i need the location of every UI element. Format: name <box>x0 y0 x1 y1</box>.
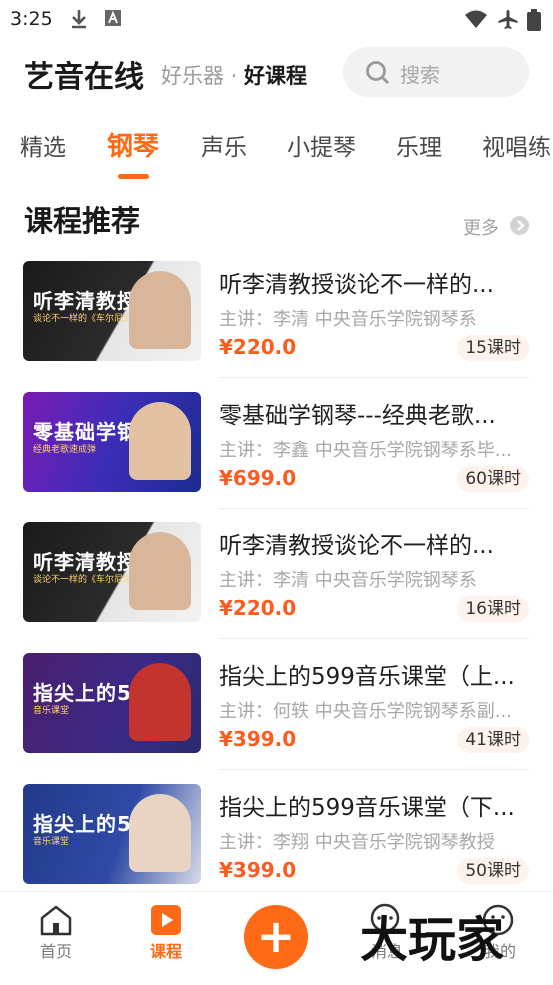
course-icon[interactable] <box>148 902 184 938</box>
watermark-logo: 大玩家 <box>360 912 505 968</box>
course-title[interactable]: 指尖上的599音乐课堂（上... <box>219 657 515 691</box>
course-teacher: 主讲：李鑫 中央音乐学院钢琴系毕... <box>219 440 512 461</box>
thumbnail-subtitle: 经典老歌速成弹 <box>33 445 97 455</box>
status-bar: 3:25 <box>0 0 553 38</box>
divider <box>219 769 529 770</box>
plus-icon: + <box>256 909 296 963</box>
search-placeholder: 搜索 <box>400 63 440 87</box>
chevron-right-icon[interactable] <box>510 216 529 235</box>
course-title[interactable]: 听李清教授谈论不一样的... <box>219 526 494 560</box>
course-price: ¥220.0 <box>219 596 297 620</box>
course-thumbnail[interactable]: 指尖上的599 音乐课堂 <box>23 653 201 753</box>
course-thumbnail[interactable]: 指尖上的599 音乐课堂 <box>23 784 201 884</box>
course-item[interactable]: 听李清教授 谈论不一样的《车尔尼599》（下） 听李清教授谈论不一样的... 主… <box>0 522 553 652</box>
teacher-photo <box>129 532 191 610</box>
course-thumbnail[interactable]: 听李清教授 谈论不一样的《车尔尼599》（下） <box>23 522 201 622</box>
course-teacher: 主讲：李清 中央音乐学院钢琴系 <box>219 570 477 591</box>
course-title[interactable]: 听李清教授谈论不一样的... <box>219 265 494 299</box>
teacher-photo <box>129 663 191 741</box>
course-thumbnail[interactable]: 零基础学钢琴 经典老歌速成弹 <box>23 392 201 492</box>
nav-course-label[interactable]: 课程 <box>150 938 182 962</box>
teacher-photo <box>129 402 191 480</box>
divider <box>219 508 529 509</box>
divider <box>219 377 529 378</box>
home-icon[interactable] <box>38 902 74 938</box>
slogan-part-1: 好乐器 <box>161 64 224 88</box>
course-title[interactable]: 指尖上的599音乐课堂（下... <box>219 788 515 822</box>
font-a-icon <box>105 10 121 26</box>
course-item[interactable]: 零基础学钢琴 经典老歌速成弹 零基础学钢琴---经典老歌... 主讲：李鑫 中央… <box>0 392 553 522</box>
tab-music-theory[interactable]: 乐理 <box>396 128 442 162</box>
divider <box>219 638 529 639</box>
thumbnail-title: 听李清教授 <box>33 550 138 574</box>
slogan-separator: · <box>224 64 245 88</box>
thumbnail-title: 听李清教授 <box>33 289 138 313</box>
course-price: ¥699.0 <box>219 466 297 490</box>
airplane-icon <box>498 10 518 29</box>
course-item[interactable]: 指尖上的599 音乐课堂 指尖上的599音乐课堂（上... 主讲：何轶 中央音乐… <box>0 653 553 783</box>
wifi-icon <box>465 10 487 28</box>
tab-featured[interactable]: 精选 <box>20 128 66 162</box>
tab-vocal[interactable]: 声乐 <box>201 128 247 162</box>
download-icon <box>72 10 86 29</box>
tab-active-indicator <box>118 174 149 179</box>
course-price: ¥399.0 <box>219 858 297 882</box>
thumbnail-subtitle: 音乐课堂 <box>33 837 70 847</box>
teacher-photo <box>129 794 191 872</box>
battery-icon <box>527 9 541 31</box>
lesson-count-badge: 60课时 <box>457 466 529 492</box>
lesson-count-badge: 15课时 <box>457 335 529 361</box>
course-teacher: 主讲：李翔 中央音乐学院钢琴教授 <box>219 832 495 853</box>
course-price: ¥220.0 <box>219 335 297 359</box>
course-item[interactable]: 听李清教授 谈论不一样的《车尔尼599》 听李清教授谈论不一样的... 主讲：李… <box>0 261 553 391</box>
status-time: 3:25 <box>10 8 53 30</box>
lesson-count-badge: 41课时 <box>457 727 529 753</box>
course-title[interactable]: 零基础学钢琴---经典老歌... <box>219 396 496 430</box>
search-bar[interactable]: 搜索 <box>343 47 529 97</box>
tab-sight-singing[interactable]: 视唱练 <box>482 128 551 162</box>
more-link[interactable]: 更多 <box>463 214 499 240</box>
search-icon <box>366 61 389 84</box>
tab-violin[interactable]: 小提琴 <box>287 128 356 162</box>
thumbnail-subtitle: 音乐课堂 <box>33 706 70 716</box>
course-teacher: 主讲：何轶 中央音乐学院钢琴系副... <box>219 701 512 722</box>
course-teacher: 主讲：李清 中央音乐学院钢琴系 <box>219 309 477 330</box>
lesson-count-badge: 50课时 <box>457 858 529 884</box>
course-thumbnail[interactable]: 听李清教授 谈论不一样的《车尔尼599》 <box>23 261 201 361</box>
teacher-photo <box>129 271 191 349</box>
add-button[interactable]: + <box>244 905 308 969</box>
nav-home-label[interactable]: 首页 <box>40 938 72 962</box>
lesson-count-badge: 16课时 <box>457 596 529 622</box>
app-slogan: 好乐器 · 好课程 <box>161 60 307 90</box>
course-price: ¥399.0 <box>219 727 297 751</box>
tab-piano[interactable]: 钢琴 <box>107 126 159 163</box>
section-title: 课程推荐 <box>24 204 141 238</box>
app-brand: 艺音在线 <box>24 60 144 95</box>
slogan-part-2: 好课程 <box>244 64 308 88</box>
